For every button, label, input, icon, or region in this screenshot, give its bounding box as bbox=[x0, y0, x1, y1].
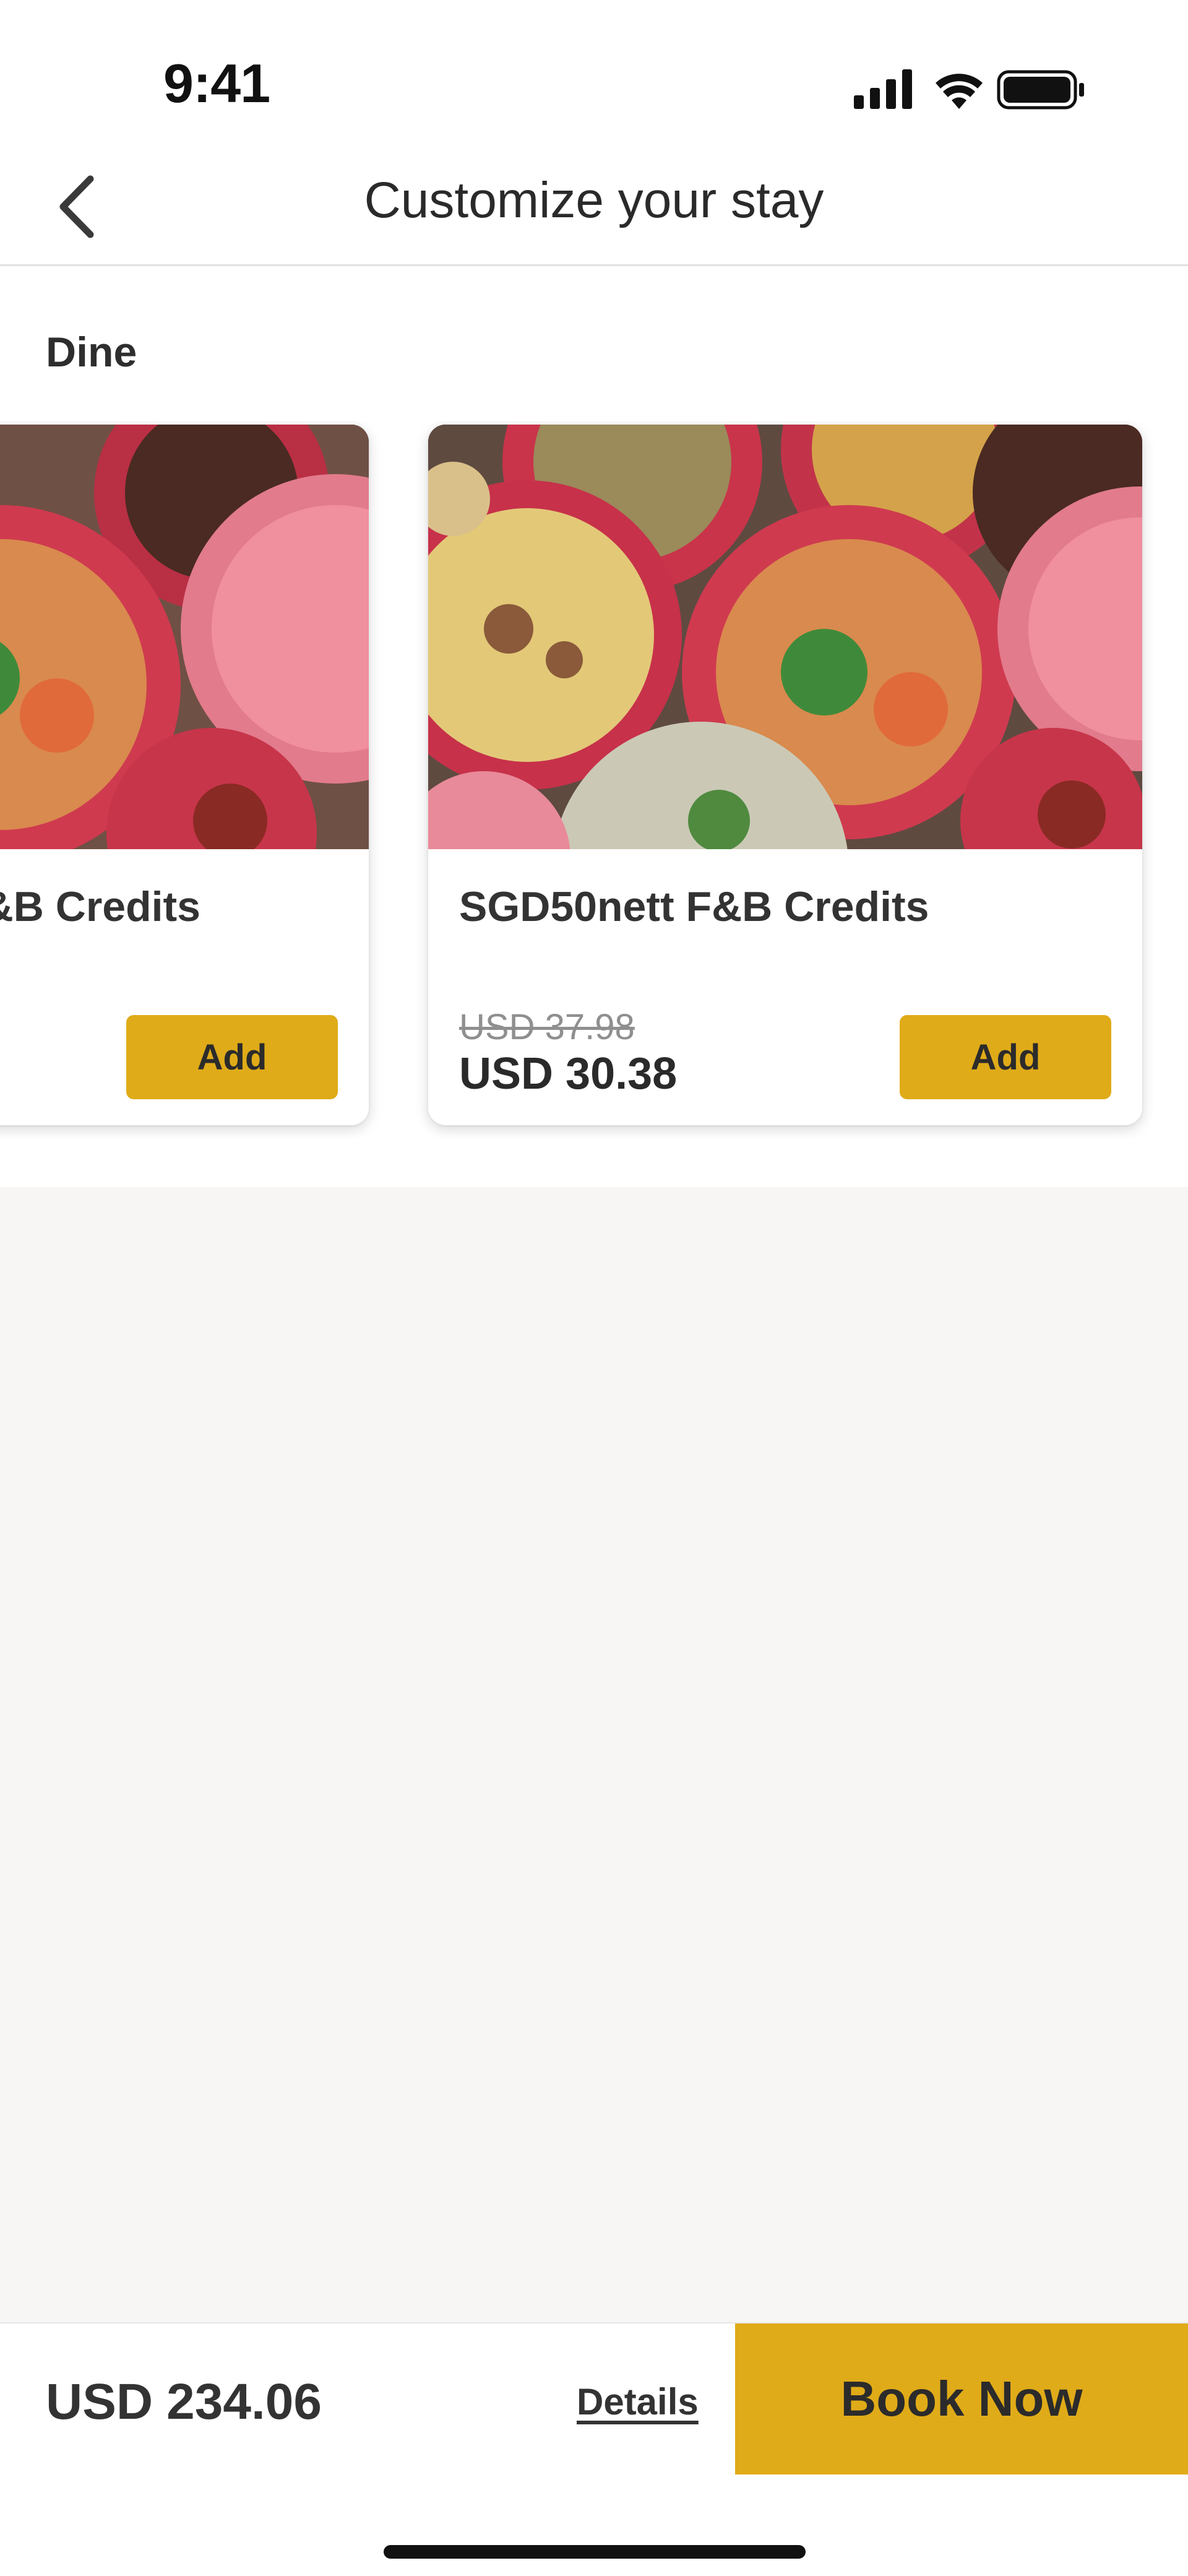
home-indicator bbox=[384, 2545, 806, 2559]
food-dishes-photo bbox=[428, 425, 1142, 849]
battery-icon bbox=[997, 70, 1084, 110]
status-icons bbox=[854, 69, 1084, 110]
book-now-button[interactable]: Book Now bbox=[735, 2323, 1188, 2474]
page-title: Customize your stay bbox=[364, 172, 824, 228]
total-amount: 234.06 bbox=[166, 2374, 322, 2430]
food-dishes-photo bbox=[0, 425, 369, 849]
total-currency: USD bbox=[46, 2374, 153, 2430]
status-time: 9:41 bbox=[163, 53, 270, 114]
content-background bbox=[0, 1187, 1188, 2322]
offer-card[interactable]: SGD50nett F&B Credits Add bbox=[0, 425, 369, 1125]
wifi-icon bbox=[936, 74, 983, 109]
discounted-price: USD 30.38 bbox=[459, 1049, 678, 1099]
cellular-signal-icon bbox=[854, 69, 912, 109]
original-price: USD 37.98 bbox=[459, 1007, 635, 1047]
total-price: USD 234.06 bbox=[46, 2373, 322, 2431]
customize-stay-screen: 9:41 Customize your stay Dine B Credits … bbox=[0, 0, 1188, 2576]
offer-card[interactable]: SGD50nett F&B Credits USD 37.98 USD 30.3… bbox=[428, 425, 1142, 1125]
add-button[interactable]: Add bbox=[126, 1015, 338, 1099]
status-bar: 9:41 bbox=[0, 0, 1188, 149]
details-link[interactable]: Details bbox=[577, 2380, 699, 2423]
offer-title: SGD50nett F&B Credits bbox=[459, 883, 929, 930]
offer-title: SGD50nett F&B Credits bbox=[0, 883, 200, 930]
section-title-dine: Dine bbox=[46, 329, 137, 376]
booking-bar: USD 234.06 Details Book Now bbox=[0, 2322, 1188, 2576]
add-button[interactable]: Add bbox=[900, 1015, 1111, 1099]
chevron-left-icon bbox=[59, 175, 94, 238]
nav-bar: Customize your stay bbox=[0, 149, 1188, 266]
back-button[interactable] bbox=[40, 163, 114, 250]
dine-carousel[interactable]: SGD50nett F&B Credits Add bbox=[0, 421, 1188, 1139]
